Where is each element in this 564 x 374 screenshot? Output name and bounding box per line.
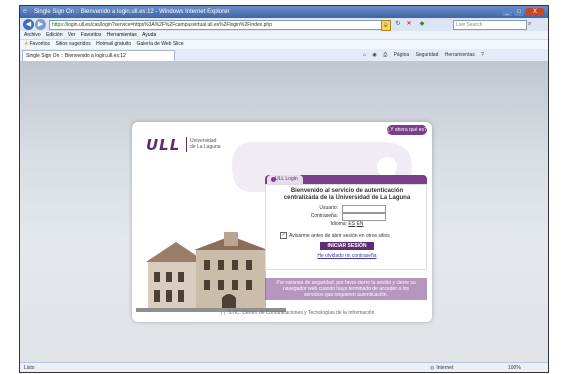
login-card: ¿Y ahora qué es? ULL Universidad de La L… xyxy=(132,122,432,322)
url-scheme: https:// xyxy=(52,22,68,28)
forgot-password-link[interactable]: He olvidado mi contraseña xyxy=(266,253,428,259)
menu-ver[interactable]: Ver xyxy=(68,32,76,38)
search-input[interactable]: Live Search xyxy=(453,20,527,30)
logo-text: Universidad de La Laguna xyxy=(190,138,221,150)
favorites-bar: ★Favoritos Sitios sugeridos Hotmail grat… xyxy=(20,39,548,49)
help-icon[interactable]: ? xyxy=(481,52,484,58)
login-tab[interactable]: ULL Login xyxy=(267,175,303,184)
menu-ayuda[interactable]: Ayuda xyxy=(142,32,156,38)
browser-tab[interactable]: Single Sign On :: Bienvenido a login.ull… xyxy=(22,50,175,61)
menu-bar: Archivo Edición Ver Favoritos Herramient… xyxy=(20,31,548,39)
university-building-image xyxy=(136,232,286,312)
welcome-line-2: centralizada de la Universidad de La Lag… xyxy=(283,195,411,201)
username-label: Usuario: xyxy=(319,205,338,211)
username-row: Usuario: xyxy=(266,204,428,213)
security-notice: Por razones de seguridad, por favor cier… xyxy=(265,278,427,300)
command-security[interactable]: Seguridad xyxy=(416,52,439,58)
lock-icon[interactable]: 🔒 xyxy=(381,20,391,31)
tab-row: Single Sign On :: Bienvenido a login.ull… xyxy=(20,49,548,62)
remember-checkbox[interactable]: ✓ xyxy=(280,232,287,240)
menu-herramientas[interactable]: Herramientas xyxy=(107,32,137,38)
remember-label: Avisarme antes de abrir sesión en otros … xyxy=(289,233,390,239)
login-tab-label: ULL Login xyxy=(275,176,298,182)
favorites-star-icon[interactable]: ★ xyxy=(24,41,28,47)
stic-logo-icon: ⟩⟨ xyxy=(220,307,227,316)
url-text: login.ull.es/cas/login?service=https%3A%… xyxy=(67,22,272,28)
address-bar-row: ◀ ▶ https://login.ull.es/cas/login?servi… xyxy=(20,18,548,31)
notice-line-3: servicios que requieren autenticación. xyxy=(304,292,388,298)
menu-edicion[interactable]: Edición xyxy=(46,32,62,38)
close-button[interactable]: X xyxy=(526,8,544,16)
login-panel: ULL Login Bienvenido al servicio de aute… xyxy=(265,175,427,273)
logo-divider xyxy=(186,137,187,152)
menu-favoritos[interactable]: Favoritos xyxy=(81,32,102,38)
menu-archivo[interactable]: Archivo xyxy=(24,32,41,38)
footer-text[interactable]: STIC: Centro de Comunicaciones y Tecnolo… xyxy=(228,310,374,316)
language-row: Idioma: ES EN xyxy=(266,221,428,227)
globe-icon: ◍ xyxy=(430,365,435,371)
password-label: Contraseña: xyxy=(310,213,338,219)
login-tab-bar: ULL Login xyxy=(265,175,427,184)
zone-label: Internet xyxy=(436,365,454,371)
browser-window: e Single Sign On :: Bienvenido a login.u… xyxy=(19,5,549,373)
logo-text-line-2: de La Laguna xyxy=(190,144,221,150)
favorite-web-slice[interactable]: Galería de Web Slice xyxy=(137,41,184,47)
page-content: ¿Y ahora qué es? ULL Universidad de La L… xyxy=(20,62,548,362)
language-es-link[interactable]: ES xyxy=(348,221,355,227)
favorites-button[interactable]: Favoritos xyxy=(29,41,50,47)
security-zone[interactable]: ◍ Internet xyxy=(430,363,454,372)
status-text: Listo xyxy=(24,365,35,371)
command-bar: ⌂ ◉ ⎙ Página Seguridad Herramientas ? xyxy=(358,50,546,60)
footer: ⟩⟨ STIC: Centro de Comunicaciones y Tecno… xyxy=(220,307,374,316)
favorite-hotmail[interactable]: Hotmail gratuito xyxy=(96,41,131,47)
remember-row: ✓ Avisarme antes de abrir sesión en otros… xyxy=(280,232,428,240)
stop-icon[interactable]: ✕ xyxy=(405,21,413,28)
language-label: Idioma: xyxy=(330,221,347,227)
back-button[interactable]: ◀ xyxy=(23,19,34,30)
ie-logo-icon: e xyxy=(23,8,27,15)
welcome-line-1: Bienvenido al servicio de autenticación xyxy=(290,188,404,194)
forward-button[interactable]: ▶ xyxy=(35,19,46,30)
ull-dot-icon xyxy=(271,177,276,182)
live-logo-icon: ◆ xyxy=(419,21,425,27)
print-icon[interactable]: ⎙ xyxy=(383,52,387,58)
login-submit-button[interactable]: INICIAR SESIÓN xyxy=(320,242,374,250)
help-button[interactable]: ¿Y ahora qué es? xyxy=(387,125,427,135)
window-title: Single Sign On :: Bienvenido a login.ull… xyxy=(34,9,230,15)
title-bar: e Single Sign On :: Bienvenido a login.u… xyxy=(20,6,548,18)
command-page[interactable]: Página xyxy=(394,52,410,58)
search-icon[interactable]: ⌕ xyxy=(528,20,542,29)
minimize-button[interactable]: _ xyxy=(502,8,512,16)
feeds-icon[interactable]: ◉ xyxy=(372,52,376,58)
password-row: Contraseña: xyxy=(266,212,428,221)
zoom-level[interactable]: 100% xyxy=(508,363,521,372)
language-en-link[interactable]: EN xyxy=(356,221,363,227)
status-bar: Listo ◍ Internet 100% xyxy=(20,362,548,372)
maximize-button[interactable]: □ xyxy=(514,8,524,16)
password-input[interactable] xyxy=(342,213,386,221)
favorite-sitios-sugeridos[interactable]: Sitios sugeridos xyxy=(55,41,90,47)
address-input[interactable]: https://login.ull.es/cas/login?service=h… xyxy=(49,20,383,30)
command-tools[interactable]: Herramientas xyxy=(445,52,475,58)
home-icon[interactable]: ⌂ xyxy=(363,52,366,58)
refresh-icon[interactable]: ↻ xyxy=(394,21,402,28)
ull-logo: ULL xyxy=(146,136,181,154)
login-form: Bienvenido al servicio de autenticación … xyxy=(265,184,427,270)
